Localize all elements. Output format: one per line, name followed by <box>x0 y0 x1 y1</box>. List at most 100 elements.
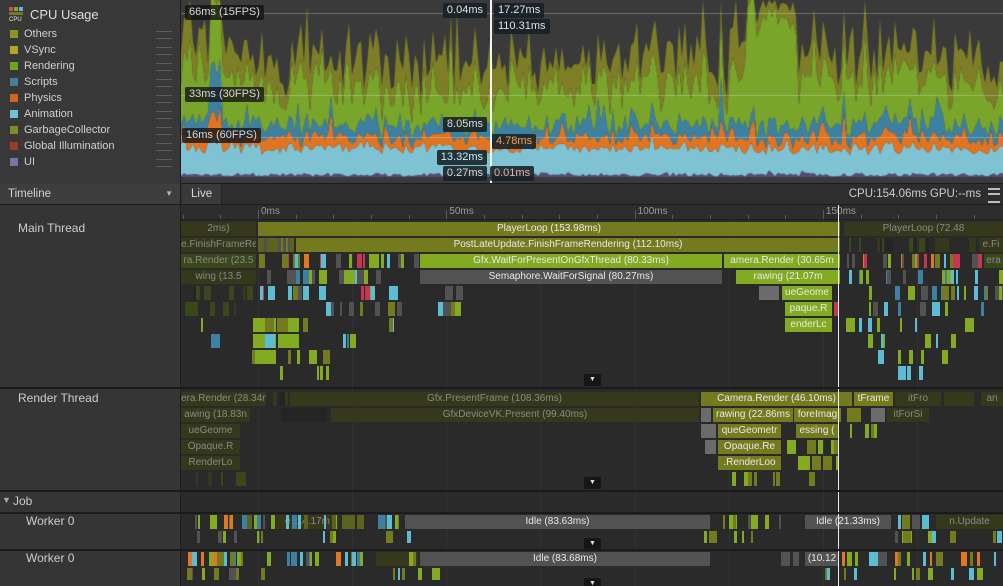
timeline-span-minor[interactable] <box>950 254 953 268</box>
timeline-span-minor[interactable] <box>365 286 370 300</box>
timeline-span-minor[interactable] <box>951 568 954 580</box>
timeline-span-minor[interactable] <box>912 515 919 529</box>
drag-handle-icon[interactable] <box>156 127 172 135</box>
timeline-span-minor[interactable] <box>869 552 878 566</box>
timeline-span-minor[interactable] <box>898 302 901 316</box>
timeline-span-minor[interactable] <box>914 238 917 252</box>
timeline-span-minor[interactable] <box>951 286 955 300</box>
timeline-span-minor[interactable] <box>336 254 341 268</box>
timeline-span-minor[interactable] <box>295 254 298 268</box>
timeline-span-minor[interactable] <box>349 302 354 316</box>
timeline-span-minor[interactable] <box>360 552 363 566</box>
timeline-span-minor[interactable] <box>868 318 872 332</box>
timeline-span[interactable]: Gfx.PresentFrame (108.36ms) <box>290 392 699 406</box>
timeline-span[interactable]: PlayerLoop (72.48 <box>844 222 1003 236</box>
timeline-span[interactable]: e.FinishFrameRende <box>181 238 256 252</box>
timeline-span-minor[interactable] <box>847 552 852 566</box>
timeline-span-minor[interactable] <box>300 552 303 566</box>
timeline-span-minor[interactable] <box>221 472 223 486</box>
timeline-span-minor[interactable] <box>317 366 319 380</box>
timeline-span-minor[interactable] <box>970 552 973 566</box>
timeline-span[interactable]: Opaque.Re <box>718 440 781 454</box>
timeline-span-minor[interactable] <box>932 302 940 316</box>
timeline-span-minor[interactable] <box>447 302 451 316</box>
timeline-span[interactable]: e.Fi <box>979 238 1003 252</box>
timeline-span-minor[interactable] <box>994 552 996 566</box>
timeline-span-minor[interactable] <box>787 440 792 454</box>
timeline-span-minor[interactable] <box>701 408 711 422</box>
timeline-span-minor[interactable] <box>965 318 974 332</box>
timeline-span-minor[interactable] <box>310 552 312 566</box>
timeline-span-minor[interactable] <box>888 254 891 268</box>
timeline-span-minor[interactable] <box>831 440 834 454</box>
timeline-span-minor[interactable] <box>326 366 329 380</box>
timeline-span-minor[interactable] <box>270 318 274 332</box>
timeline-span-minor[interactable] <box>223 302 227 316</box>
timeline-span-minor[interactable] <box>723 515 725 529</box>
drag-handle-icon[interactable] <box>156 111 172 119</box>
timeline-span-minor[interactable] <box>701 424 716 438</box>
timeline-span-minor[interactable] <box>950 531 956 543</box>
timeline-span-minor[interactable] <box>953 254 960 268</box>
timeline-span-minor[interactable] <box>818 456 821 470</box>
timeline-span-minor[interactable] <box>196 472 198 486</box>
timeline-span-minor[interactable] <box>360 302 363 316</box>
timeline-span-minor[interactable] <box>869 286 872 300</box>
timeline-span-minor[interactable] <box>902 515 910 529</box>
timeline-span-minor[interactable] <box>418 568 422 580</box>
timeline-span-minor[interactable] <box>942 350 948 364</box>
timeline-span-minor[interactable] <box>451 302 455 316</box>
timeline-span-minor[interactable] <box>915 318 917 332</box>
timeline-span-minor[interactable] <box>850 424 852 438</box>
timeline-span-minor[interactable] <box>331 302 334 316</box>
timeline-span-minor[interactable] <box>324 515 326 529</box>
timeline-span-minor[interactable] <box>869 302 871 316</box>
timeline-span-minor[interactable] <box>298 286 302 300</box>
timeline-span-minor[interactable] <box>807 440 816 454</box>
timeline-span-minor[interactable] <box>818 440 823 454</box>
timeline-span-minor[interactable] <box>825 456 832 470</box>
timeline-span-minor[interactable] <box>751 531 753 543</box>
timeline-span-minor[interactable] <box>413 552 416 566</box>
drag-handle-icon[interactable] <box>156 79 172 87</box>
timeline-span-minor[interactable] <box>378 515 385 529</box>
timeline-span-minor[interactable] <box>260 286 263 300</box>
cpu-usage-chart-area[interactable]: 66ms (15FPS)33ms (30FPS)16ms (60FPS)0.04… <box>181 0 1003 184</box>
timeline-span[interactable]: Opaque.R <box>181 440 240 454</box>
timeline-span-minor[interactable] <box>779 515 781 529</box>
timeline-span-minor[interactable] <box>909 350 913 364</box>
timeline-span-minor[interactable] <box>414 254 419 268</box>
timeline-span-minor[interactable] <box>261 568 265 580</box>
timeline-span-minor[interactable] <box>922 515 929 529</box>
timeline-span-minor[interactable] <box>944 254 946 268</box>
timeline-span-minor[interactable] <box>887 270 891 284</box>
timeline-span-minor[interactable] <box>884 238 889 252</box>
timeline-span-minor[interactable] <box>709 531 717 543</box>
timeline-span-minor[interactable] <box>381 254 384 268</box>
timeline-span-minor[interactable] <box>281 408 327 422</box>
timeline-span[interactable]: paque.R <box>785 302 832 316</box>
timeline-span-minor[interactable] <box>912 568 914 580</box>
timeline-span-minor[interactable] <box>849 270 852 284</box>
timeline-span-minor[interactable] <box>931 254 934 268</box>
timeline-span-minor[interactable] <box>920 270 923 284</box>
timeline-span-minor[interactable] <box>921 286 928 300</box>
timeline-span-minor[interactable] <box>387 254 390 268</box>
timeline-span-minor[interactable] <box>974 286 978 300</box>
timeline-span[interactable]: RenderLo <box>181 456 240 470</box>
timeline-span-minor[interactable] <box>956 270 958 284</box>
timeline-span-minor[interactable] <box>330 531 333 543</box>
timeline-span-minor[interactable] <box>859 238 861 252</box>
timeline-span[interactable]: n.Update <box>936 515 1003 529</box>
timeline-span-minor[interactable] <box>919 238 925 252</box>
timeline-span-minor[interactable] <box>930 552 932 566</box>
timeline-span-minor[interactable] <box>999 286 1002 300</box>
timeline-span-minor[interactable] <box>972 254 978 268</box>
timeline-span-minor[interactable] <box>229 568 234 580</box>
legend-item-garbagecollector[interactable]: GarbageCollector <box>0 122 180 138</box>
timeline-span-minor[interactable] <box>877 318 880 332</box>
timeline-span-minor[interactable] <box>827 568 830 580</box>
timeline-span-minor[interactable] <box>907 366 911 380</box>
timeline-span-minor[interactable] <box>387 515 392 529</box>
timeline-span[interactable]: essing ( <box>796 424 838 438</box>
